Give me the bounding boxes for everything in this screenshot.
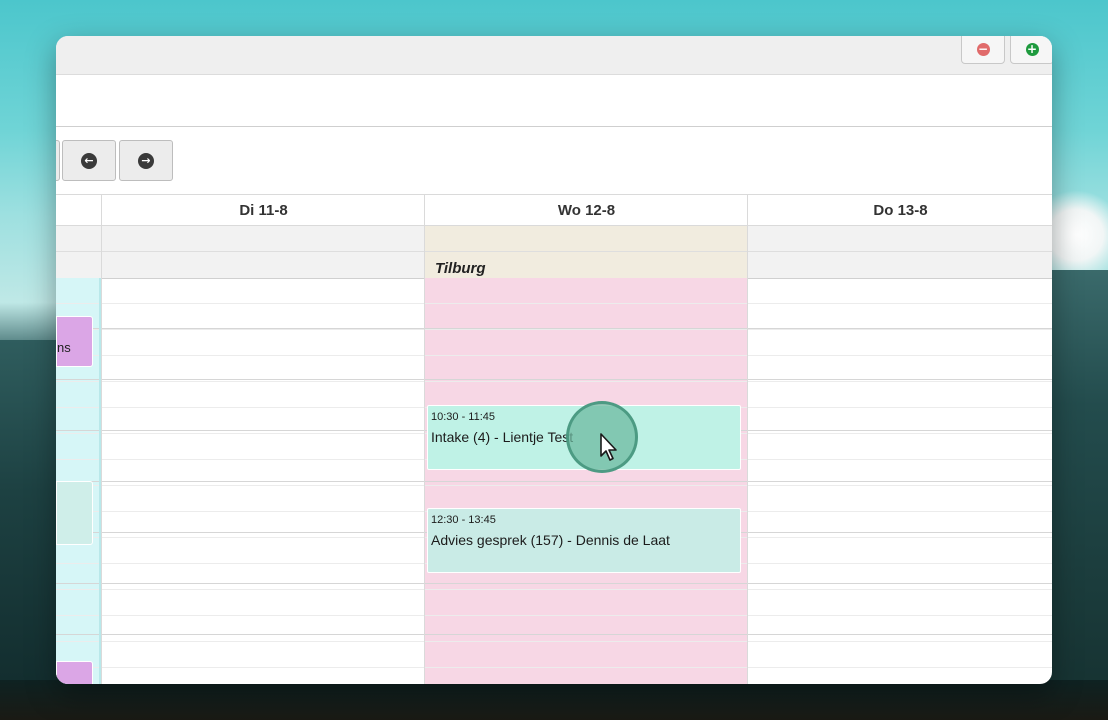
calendar-event[interactable]	[56, 481, 93, 545]
day-header[interactable]: Wo 12-8	[425, 195, 748, 226]
week-calendar: ns Di 11-8 Wo 12-8 Tilburg 10:30 - 11:45	[56, 194, 1052, 684]
time-grid[interactable]: 10:30 - 11:45 Intake (4) - Lientje Test …	[425, 278, 748, 684]
day-header	[56, 195, 101, 226]
allday-row[interactable]	[102, 226, 425, 279]
calendar-event[interactable]	[56, 661, 93, 684]
background-ground	[0, 680, 1108, 720]
time-grid[interactable]	[748, 278, 1052, 684]
title-bar: − +	[56, 36, 1052, 75]
zoom-out-button[interactable]: −	[961, 36, 1005, 64]
event-title: ns	[57, 340, 71, 355]
allday-row	[56, 226, 101, 279]
plus-circle-icon: +	[1025, 42, 1039, 56]
day-column-tuesday: Di 11-8	[101, 195, 425, 684]
day-column-partial: ns	[56, 195, 101, 684]
previous-week-button[interactable]: ←	[62, 140, 116, 181]
mouse-pointer-icon	[600, 433, 617, 461]
calendar-event[interactable]: ns	[56, 316, 93, 367]
day-header[interactable]: Do 13-8	[748, 195, 1052, 226]
event-title: Advies gesprek (157) - Dennis de Laat	[431, 532, 670, 548]
toolbar-area	[56, 74, 1052, 127]
arrow-left-circle-icon: ←	[81, 152, 97, 169]
time-grid[interactable]	[102, 278, 425, 684]
calendar-event[interactable]: 12:30 - 13:45 Advies gesprek (157) - Den…	[427, 508, 741, 573]
minus-circle-icon: −	[976, 42, 990, 56]
allday-location-label: Tilburg	[435, 260, 486, 277]
zoom-in-button[interactable]: +	[1010, 36, 1052, 64]
app-window: − + ← → ns Di 11-8 Wo 12-8 Tilburg 10:30…	[56, 36, 1052, 684]
day-column-thursday: Do 13-8	[747, 195, 1052, 684]
next-week-button[interactable]: →	[119, 140, 173, 181]
calendar-nav: ← →	[56, 127, 1052, 194]
allday-row[interactable]: Tilburg	[425, 226, 748, 279]
today-button[interactable]	[56, 140, 60, 181]
allday-row[interactable]	[748, 226, 1052, 279]
arrow-right-circle-icon: →	[138, 152, 154, 169]
day-header[interactable]: Di 11-8	[102, 195, 425, 226]
background-hill-left	[0, 340, 60, 720]
event-time: 12:30 - 13:45	[431, 514, 496, 526]
time-grid[interactable]: ns	[56, 278, 101, 684]
background-hill-right	[1048, 270, 1108, 720]
